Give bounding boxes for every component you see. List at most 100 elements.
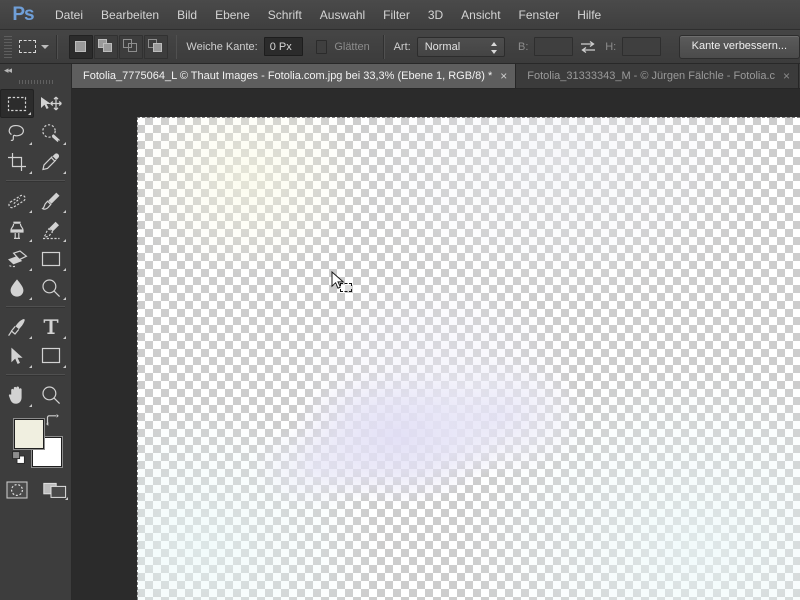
tool-row xyxy=(0,341,71,370)
default-colors-icon[interactable] xyxy=(12,451,25,464)
height-input[interactable] xyxy=(622,37,662,56)
clone-stamp-tool[interactable] xyxy=(0,215,34,244)
brush-tool[interactable] xyxy=(34,186,68,215)
width-input[interactable] xyxy=(534,37,574,56)
mode-button-row xyxy=(0,479,71,501)
menu-item-3d[interactable]: 3D xyxy=(419,0,452,30)
selection-mode-group xyxy=(68,34,169,59)
image-canvas[interactable] xyxy=(137,117,800,600)
move-tool[interactable] xyxy=(34,89,68,118)
divider xyxy=(175,34,178,59)
flyout-triangle-icon xyxy=(63,336,66,339)
menu-item-ebene[interactable]: Ebene xyxy=(206,0,259,30)
double-arrow-left-icon[interactable]: ◂◂ xyxy=(4,66,12,75)
intersect-with-selection-button[interactable] xyxy=(143,34,168,59)
crop-tool[interactable] xyxy=(0,147,34,176)
width-label: B: xyxy=(518,40,529,53)
menu-item-ansicht[interactable]: Ansicht xyxy=(452,0,509,30)
document-workspace[interactable] xyxy=(72,89,800,600)
flyout-triangle-icon xyxy=(63,239,66,242)
history-brush-tool[interactable] xyxy=(34,215,68,244)
color-swatch-group xyxy=(0,413,72,475)
pen-tool[interactable] xyxy=(0,312,34,341)
flyout-triangle-icon xyxy=(63,142,66,145)
zoom-tool[interactable] xyxy=(34,380,68,409)
subtract-from-selection-button[interactable] xyxy=(118,34,143,59)
quick-mask-icon[interactable] xyxy=(4,479,30,501)
tools-panel-grip[interactable] xyxy=(18,77,53,86)
new-selection-button[interactable] xyxy=(68,34,93,59)
tool-row xyxy=(0,273,71,302)
chevron-down-icon[interactable] xyxy=(40,44,49,49)
close-icon[interactable]: × xyxy=(783,70,790,82)
spot-healing-brush-tool[interactable] xyxy=(0,186,34,215)
add-to-selection-button[interactable] xyxy=(93,34,118,59)
style-select[interactable]: Normal xyxy=(416,36,505,57)
flyout-triangle-icon xyxy=(28,112,31,115)
tools-panel-header[interactable]: ◂◂ xyxy=(0,64,71,77)
menu-item-bearbeiten[interactable]: Bearbeiten xyxy=(92,0,168,30)
tool-row xyxy=(0,147,71,176)
document-tab-label: Fotolia_31333343_M - © Jürgen Fälchle - … xyxy=(527,70,776,82)
options-bar-grip[interactable] xyxy=(4,35,12,58)
menu-item-schrift[interactable]: Schrift xyxy=(259,0,311,30)
divider xyxy=(382,34,385,59)
document-tab-bar: Fotolia_7775064_L © Thaut Images - Fotol… xyxy=(72,64,800,89)
blur-tool[interactable] xyxy=(0,273,34,302)
feather-input[interactable]: 0 Px xyxy=(263,37,303,56)
refine-edge-button[interactable]: Kante verbessern... xyxy=(678,34,800,59)
screen-mode-icon[interactable] xyxy=(42,479,68,501)
tool-divider xyxy=(6,180,65,182)
foreground-color-swatch[interactable] xyxy=(14,419,44,449)
rectangular-marquee-icon[interactable] xyxy=(17,35,38,59)
photoshop-window: Ps Datei Bearbeiten Bild Ebene Schrift A… xyxy=(0,0,800,600)
menu-item-bild[interactable]: Bild xyxy=(168,0,206,30)
type-tool[interactable] xyxy=(34,312,68,341)
height-label: H: xyxy=(605,40,617,53)
document-tab-active[interactable]: Fotolia_7775064_L © Thaut Images - Fotol… xyxy=(72,64,517,88)
hand-tool[interactable] xyxy=(0,380,34,409)
rectangular-marquee-tool[interactable] xyxy=(0,89,34,118)
eraser-tool[interactable] xyxy=(0,244,34,273)
menu-item-hilfe[interactable]: Hilfe xyxy=(568,0,610,30)
tool-row xyxy=(0,312,71,341)
document-tab-label: Fotolia_7775064_L © Thaut Images - Fotol… xyxy=(83,70,493,82)
antialias-checkbox[interactable] xyxy=(315,39,328,54)
document-tab-inactive[interactable]: Fotolia_31333343_M - © Jürgen Fälchle - … xyxy=(516,64,800,88)
menu-item-datei[interactable]: Datei xyxy=(46,0,92,30)
flyout-triangle-icon xyxy=(63,171,66,174)
tool-row xyxy=(0,380,71,409)
tool-row xyxy=(0,215,71,244)
swap-dimensions-icon[interactable] xyxy=(579,39,597,55)
flyout-triangle-icon xyxy=(29,239,32,242)
flyout-triangle-icon xyxy=(63,210,66,213)
lasso-tool[interactable] xyxy=(0,118,34,147)
flyout-triangle-icon xyxy=(29,297,32,300)
quick-selection-tool[interactable] xyxy=(34,118,68,147)
path-selection-tool[interactable] xyxy=(0,341,34,370)
style-select-value: Normal xyxy=(424,40,461,53)
menu-item-fenster[interactable]: Fenster xyxy=(510,0,569,30)
close-icon[interactable]: × xyxy=(500,70,507,82)
flyout-triangle-icon xyxy=(63,268,66,271)
tool-divider xyxy=(6,306,65,308)
options-bar: Weiche Kante: 0 Px Glätten Art: Normal B… xyxy=(0,30,800,64)
flyout-triangle-icon xyxy=(29,142,32,145)
gradient-tool[interactable] xyxy=(34,244,68,273)
rectangle-shape-tool[interactable] xyxy=(34,341,68,370)
menu-bar: Ps Datei Bearbeiten Bild Ebene Schrift A… xyxy=(0,0,800,30)
style-label: Art: xyxy=(393,40,411,53)
divider xyxy=(55,34,58,59)
menu-item-filter[interactable]: Filter xyxy=(374,0,419,30)
tool-divider xyxy=(6,374,65,376)
flyout-triangle-icon xyxy=(29,365,32,368)
eyedropper-tool[interactable] xyxy=(34,147,68,176)
dodge-tool[interactable] xyxy=(34,273,68,302)
swap-colors-icon[interactable] xyxy=(45,413,59,427)
flyout-triangle-icon xyxy=(29,404,32,407)
photoshop-logo-icon: Ps xyxy=(12,3,34,25)
flyout-triangle-icon xyxy=(29,171,32,174)
menu-item-auswahl[interactable]: Auswahl xyxy=(311,0,374,30)
flyout-triangle-icon xyxy=(29,268,32,271)
tool-row xyxy=(0,244,71,273)
